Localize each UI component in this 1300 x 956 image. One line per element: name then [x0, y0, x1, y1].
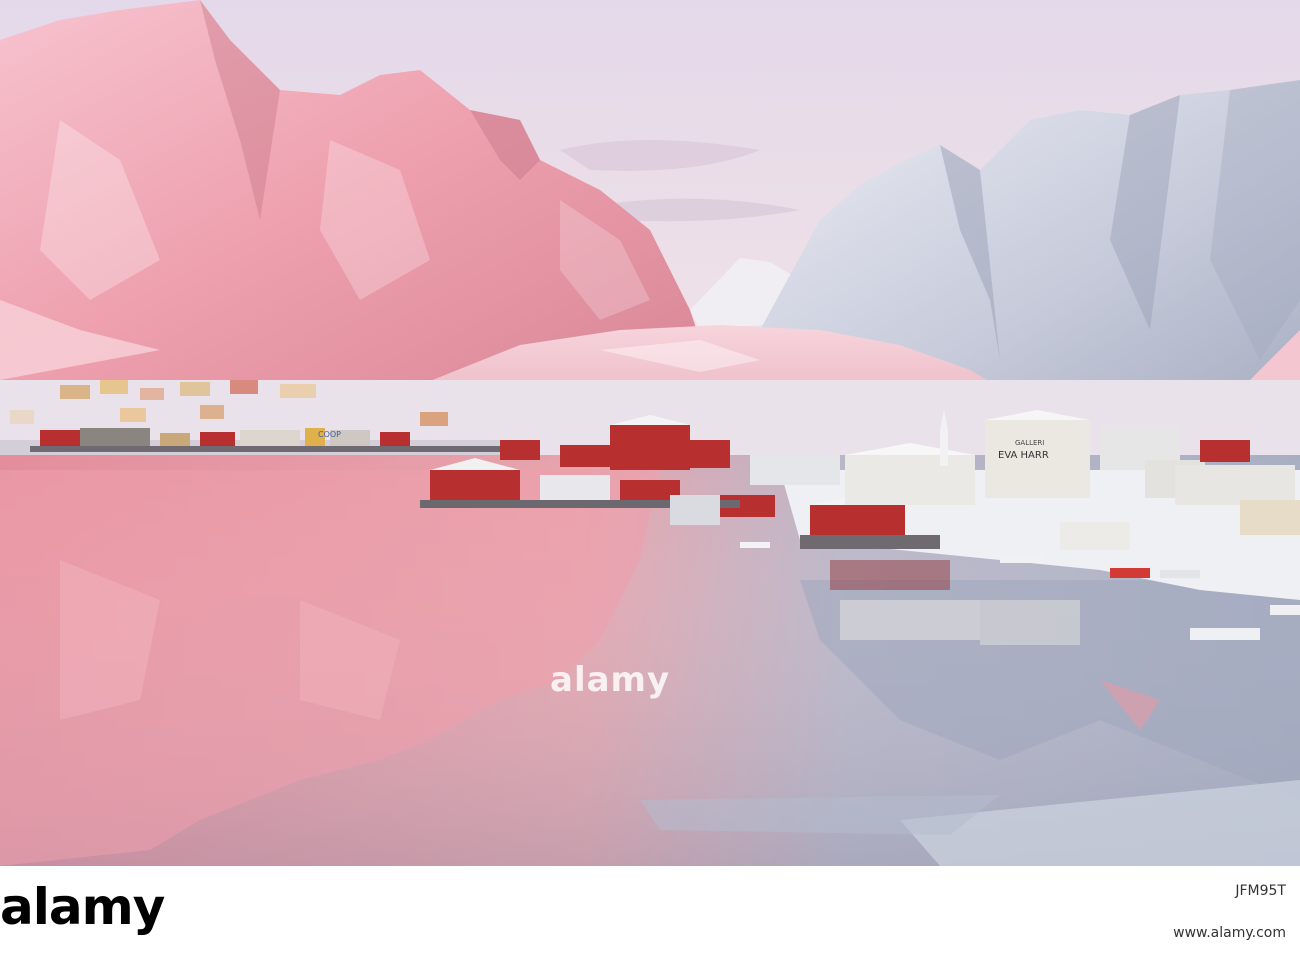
landscape-photo: COOP GALLERI EVA HARR: [0, 0, 1300, 866]
coop-sign: COOP: [318, 430, 341, 439]
gallery-sign-line2: EVA HARR: [998, 450, 1049, 461]
watermark-text: alamy: [550, 660, 671, 700]
footer-bar: [0, 866, 1300, 956]
logo-text: alamy: [0, 878, 165, 936]
gallery-sign-line1: GALLERI: [1015, 439, 1044, 447]
site-url: www.alamy.com: [1173, 925, 1286, 941]
image-id: JFM95T: [1235, 883, 1286, 899]
stock-photo-page: COOP GALLERI EVA HARR alamy alamy JFM95T…: [0, 0, 1300, 956]
